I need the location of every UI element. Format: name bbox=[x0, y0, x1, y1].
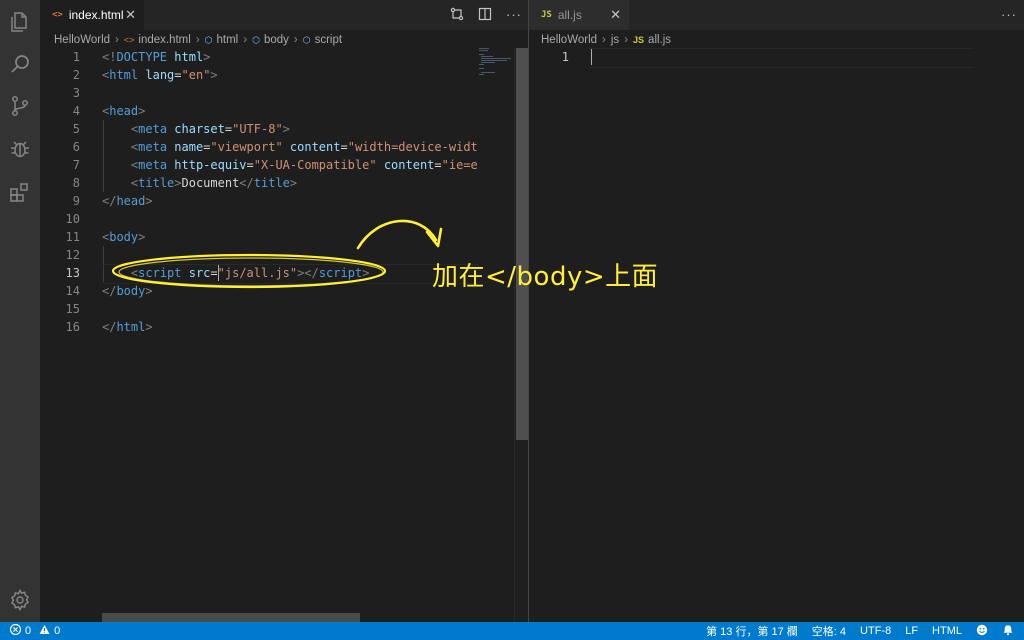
activity-bar bbox=[0, 0, 40, 622]
problems-indicator[interactable]: 0 0 bbox=[9, 622, 61, 640]
line-number: 5 bbox=[72, 122, 80, 136]
chevron-right-icon: › bbox=[243, 34, 248, 46]
line-text: <body> bbox=[102, 230, 146, 244]
extensions-icon[interactable] bbox=[8, 180, 32, 204]
close-icon[interactable]: ✕ bbox=[125, 7, 136, 23]
more-actions-icon[interactable]: ··· bbox=[1001, 7, 1017, 22]
breadcrumb-file[interactable]: index.html bbox=[138, 34, 190, 46]
indentation[interactable]: 空格: 4 bbox=[812, 623, 846, 639]
text-cursor bbox=[217, 265, 219, 281]
line-number: 1 bbox=[561, 50, 569, 64]
chevron-right-icon: › bbox=[195, 34, 200, 46]
split-editor-icon[interactable] bbox=[478, 7, 492, 24]
vertical-scrollbar[interactable] bbox=[514, 48, 529, 622]
encoding[interactable]: UTF-8 bbox=[860, 625, 891, 637]
tab-label: index.html bbox=[68, 8, 124, 22]
line-text: </body> bbox=[102, 284, 153, 298]
warning-icon bbox=[39, 624, 50, 638]
code-editor[interactable]: 1 bbox=[529, 48, 1024, 622]
line-text: <head> bbox=[102, 104, 146, 118]
open-changes-icon[interactable] bbox=[450, 7, 464, 24]
line-text: </html> bbox=[102, 320, 153, 334]
line-text: <meta name="viewport" content="width=dev… bbox=[130, 140, 485, 154]
error-icon bbox=[9, 623, 22, 638]
chevron-right-icon: › bbox=[115, 34, 119, 46]
line-number: 11 bbox=[65, 230, 80, 244]
line-text: <meta charset="UTF-8"> bbox=[130, 122, 290, 136]
more-actions-icon[interactable]: ··· bbox=[506, 7, 522, 24]
editor-group-left: <> index.html ✕ ··· HelloWorld › <> inde… bbox=[40, 0, 529, 622]
status-bar: 0 0 第 13 行，第 17 欄 空格: 4 UTF-8 LF HTML bbox=[0, 622, 1024, 640]
line-number: 4 bbox=[72, 104, 80, 118]
line-number: 9 bbox=[72, 194, 80, 208]
minimap[interactable] bbox=[478, 48, 514, 622]
line-text: <html lang="en"> bbox=[102, 68, 218, 82]
symbol-element-icon: ⬡ bbox=[204, 34, 213, 45]
text-cursor bbox=[591, 49, 592, 65]
line-number: 15 bbox=[65, 302, 80, 316]
html-file-icon: <> bbox=[52, 10, 63, 20]
settings-gear-icon[interactable] bbox=[8, 588, 32, 612]
line-number: 2 bbox=[72, 68, 80, 82]
breadcrumb-subfolder[interactable]: js bbox=[611, 34, 619, 46]
tab-bar: <> index.html ✕ ··· bbox=[40, 0, 528, 30]
js-file-icon: JS bbox=[633, 35, 645, 45]
breadcrumb-folder[interactable]: HelloWorld bbox=[541, 34, 597, 46]
line-number: 13 bbox=[65, 266, 80, 280]
line-number: 6 bbox=[72, 140, 80, 154]
editor-actions: ··· bbox=[450, 7, 522, 24]
horizontal-scrollbar-thumb[interactable] bbox=[102, 613, 360, 622]
line-number: 1 bbox=[72, 50, 80, 64]
source-control-icon[interactable] bbox=[8, 94, 32, 118]
debug-icon[interactable] bbox=[8, 137, 32, 161]
line-number: 8 bbox=[72, 176, 80, 190]
tab-label: all.js bbox=[557, 8, 582, 22]
line-text: </head> bbox=[102, 194, 153, 208]
chevron-right-icon: › bbox=[624, 34, 629, 46]
line-number: 10 bbox=[65, 212, 80, 226]
feedback-smiley-icon[interactable] bbox=[976, 624, 988, 639]
notifications-bell-icon[interactable] bbox=[1002, 624, 1014, 639]
html-file-icon: <> bbox=[123, 35, 135, 45]
line-text: <!DOCTYPE html> bbox=[102, 50, 211, 64]
chevron-right-icon: › bbox=[293, 34, 298, 46]
tab-bar: JS all.js ✕ ··· bbox=[529, 0, 1024, 30]
status-bar-right: 第 13 行，第 17 欄 空格: 4 UTF-8 LF HTML bbox=[706, 622, 1014, 640]
js-file-icon: JS bbox=[541, 10, 552, 20]
line-text: <script src="js/all.js"></script> bbox=[130, 266, 370, 280]
line-number: 12 bbox=[65, 248, 80, 262]
breadcrumb-symbol-body[interactable]: body bbox=[264, 34, 289, 46]
annotation-text: 加在</body>上面 bbox=[432, 262, 659, 292]
breadcrumb-symbol-script[interactable]: script bbox=[315, 34, 342, 46]
current-line-highlight bbox=[589, 48, 974, 68]
line-number: 7 bbox=[72, 158, 80, 172]
breadcrumb-folder[interactable]: HelloWorld bbox=[54, 34, 110, 46]
line-number: 3 bbox=[72, 86, 80, 100]
breadcrumb: HelloWorld › <> index.html › ⬡ html › ⬡ … bbox=[54, 31, 342, 49]
editor-actions: ··· bbox=[1001, 7, 1017, 22]
warning-count: 0 bbox=[54, 625, 61, 637]
line-number: 14 bbox=[65, 284, 80, 298]
symbol-element-icon: ⬡ bbox=[252, 34, 260, 45]
end-of-line[interactable]: LF bbox=[905, 625, 918, 637]
code-editor[interactable]: 1 <!DOCTYPE html> 2 <html lang="en"> 3 4 <head… bbox=[40, 48, 528, 622]
tab-index-html[interactable]: <> index.html ✕ bbox=[40, 0, 144, 30]
error-count: 0 bbox=[25, 625, 32, 637]
editor-group-right: JS all.js ✕ ··· HelloWorld › js › JS all… bbox=[529, 0, 1024, 622]
search-icon[interactable] bbox=[8, 52, 32, 76]
breadcrumb: HelloWorld › js › JS all.js bbox=[541, 31, 671, 49]
language-mode[interactable]: HTML bbox=[932, 625, 962, 637]
cursor-position[interactable]: 第 13 行，第 17 欄 bbox=[706, 623, 798, 639]
breadcrumb-file[interactable]: all.js bbox=[648, 34, 671, 46]
tab-all-js[interactable]: JS all.js ✕ bbox=[529, 0, 629, 30]
line-text: <meta http-equiv="X-UA-Compatible" conte… bbox=[130, 158, 485, 172]
files-icon[interactable] bbox=[8, 10, 32, 34]
chevron-right-icon: › bbox=[602, 34, 606, 46]
vertical-scrollbar-thumb[interactable] bbox=[516, 48, 528, 440]
line-number: 16 bbox=[65, 320, 80, 334]
breadcrumb-symbol-html[interactable]: html bbox=[217, 34, 239, 46]
close-icon[interactable]: ✕ bbox=[610, 7, 621, 23]
line-text: <title>Document</title> bbox=[130, 176, 298, 190]
symbol-element-icon: ⬡ bbox=[302, 34, 311, 45]
